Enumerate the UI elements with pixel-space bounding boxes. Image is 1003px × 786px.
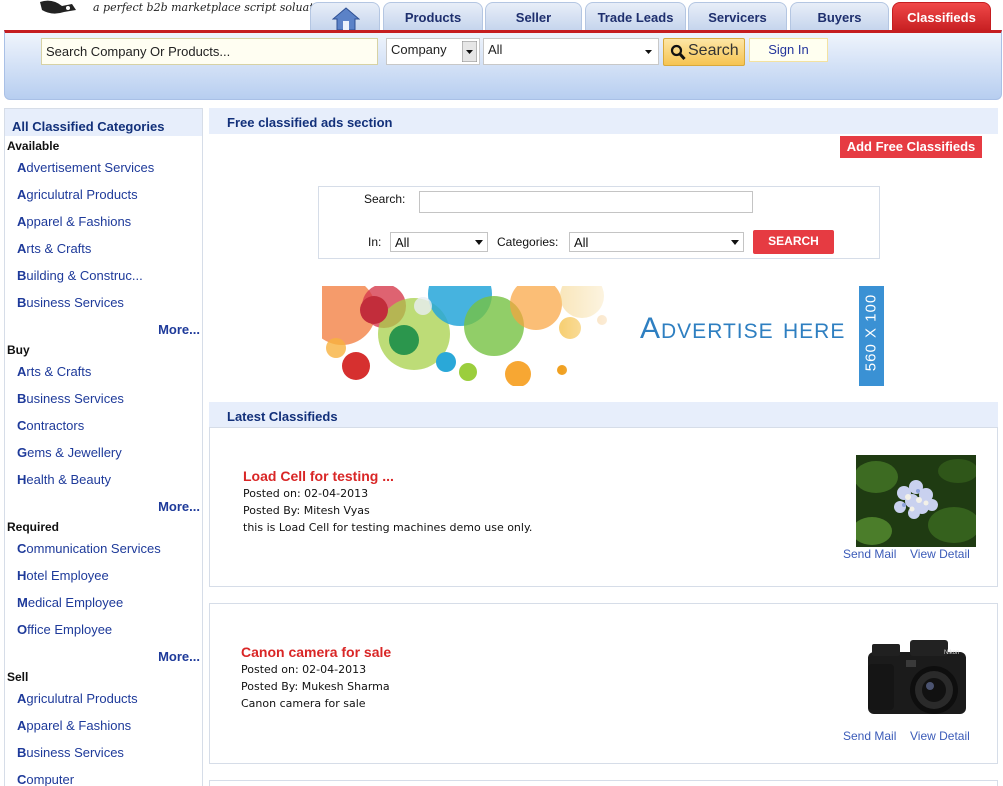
sidebar-item[interactable]: Arts & Crafts: [17, 241, 91, 256]
sidebar-item[interactable]: Business Services: [17, 391, 124, 406]
sign-in-link[interactable]: Sign In: [749, 38, 828, 62]
tab-products[interactable]: Products: [383, 2, 483, 32]
listing-posted-on: Posted on: 02-04-2013: [243, 487, 369, 500]
banner-size-text: 560 X 100: [862, 293, 880, 372]
sidebar-item[interactable]: Business Services: [17, 745, 124, 760]
sidebar-item[interactable]: Gems & Jewellery: [17, 445, 122, 460]
classified-search-button[interactable]: SEARCH: [753, 230, 834, 254]
tab-buyers[interactable]: Buyers: [790, 2, 889, 32]
advertise-banner[interactable]: Advertise here 560 X 100: [322, 286, 884, 386]
group-available: Available: [7, 139, 60, 153]
group-sell: Sell: [7, 670, 29, 684]
section-title: Free classified ads section: [209, 108, 998, 134]
sidebar-item[interactable]: Office Employee: [17, 622, 112, 637]
listing-item: Canon camera for sale Posted on: 02-04-2…: [209, 603, 998, 764]
sidebar-item[interactable]: Computer: [17, 772, 74, 786]
send-mail-link[interactable]: Send Mail: [843, 547, 896, 561]
listing-title[interactable]: Load Cell for testing ...: [243, 468, 394, 484]
home-icon: [332, 7, 360, 31]
classified-search-form: Search: In: All Categories: All SEARCH: [318, 186, 880, 259]
view-detail-link[interactable]: View Detail: [910, 729, 970, 743]
search-category-select[interactable]: All: [483, 38, 659, 65]
chevron-down-icon: [462, 41, 477, 62]
sidebar-item[interactable]: Building & Construc...: [17, 268, 143, 283]
in-label: In:: [368, 235, 382, 249]
in-select[interactable]: All: [390, 232, 488, 252]
listing-posted-on: Posted on: 02-04-2013: [241, 663, 367, 676]
more-link[interactable]: More...: [158, 649, 200, 664]
search-icon: [670, 44, 686, 61]
tab-home[interactable]: [310, 2, 380, 32]
sidebar-item[interactable]: Arts & Crafts: [17, 364, 91, 379]
sidebar-item[interactable]: Apparel & Fashions: [17, 718, 131, 733]
tab-trade-leads[interactable]: Trade Leads: [585, 2, 686, 32]
tagline: a perfect b2b marketplace script soluati…: [93, 1, 331, 14]
sidebar-item[interactable]: Advertisement Services: [17, 160, 154, 175]
search-label: Search:: [364, 192, 406, 206]
search-input[interactable]: Search Company Or Products...: [41, 38, 378, 65]
listing-posted-by: Posted By: Mitesh Vyas: [243, 504, 370, 517]
sidebar-item[interactable]: Health & Beauty: [17, 472, 111, 487]
search-type-select[interactable]: Company: [386, 38, 480, 65]
search-bar: Search Company Or Products... Company Al…: [4, 30, 1002, 100]
more-link[interactable]: More...: [158, 499, 200, 514]
flower-photo[interactable]: [856, 455, 976, 547]
listing-item: [209, 780, 998, 786]
sidebar-item[interactable]: Medical Employee: [17, 595, 123, 610]
search-button[interactable]: Search: [663, 38, 745, 66]
listing-description: this is Load Cell for testing machines d…: [243, 521, 533, 534]
view-detail-link[interactable]: View Detail: [910, 547, 970, 561]
group-required: Required: [7, 520, 60, 534]
categories-label: Categories:: [497, 235, 559, 249]
sidebar-item[interactable]: Communication Services: [17, 541, 161, 556]
sidebar-item[interactable]: Hotel Employee: [17, 568, 109, 583]
latest-classifieds-title: Latest Classifieds: [209, 402, 998, 428]
more-link[interactable]: More...: [158, 322, 200, 337]
tab-servicers[interactable]: Servicers: [688, 2, 787, 32]
search-type-value: Company: [391, 42, 447, 57]
sidebar-item[interactable]: Contractors: [17, 418, 84, 433]
category-sidebar: All Classified Categories Available Adve…: [4, 108, 203, 786]
group-buy: Buy: [7, 343, 30, 357]
chevron-down-icon: [645, 50, 652, 54]
camera-photo[interactable]: Nikon: [862, 634, 970, 724]
sidebar-item[interactable]: Agriculutral Products: [17, 187, 138, 202]
classified-search-input[interactable]: [419, 191, 753, 213]
listing-posted-by: Posted By: Mukesh Sharma: [241, 680, 390, 693]
sidebar-item[interactable]: Apparel & Fashions: [17, 214, 131, 229]
bubbles-graphic: [322, 286, 642, 386]
svg-text:Nikon: Nikon: [944, 650, 959, 656]
listing-item: Load Cell for testing ... Posted on: 02-…: [209, 427, 998, 587]
chevron-down-icon: [475, 240, 483, 245]
search-category-value: All: [488, 42, 503, 57]
tab-seller[interactable]: Seller: [485, 2, 582, 32]
logo-mark-icon: [40, 0, 76, 14]
tab-classifieds[interactable]: Classifieds: [892, 2, 991, 32]
add-free-classifieds-button[interactable]: Add Free Classifieds: [840, 136, 982, 158]
categories-select[interactable]: All: [569, 232, 744, 252]
sidebar-title: All Classified Categories: [5, 109, 202, 136]
banner-text: Advertise here: [640, 312, 846, 345]
main-content: Free classified ads section Add Free Cla…: [209, 108, 998, 786]
chevron-down-icon: [731, 240, 739, 245]
sidebar-item[interactable]: Agriculutral Products: [17, 691, 138, 706]
logo[interactable]: a perfect b2b marketplace script soluati…: [38, 0, 331, 20]
banner-size-tag: 560 X 100: [859, 286, 884, 386]
listing-title[interactable]: Canon camera for sale: [241, 644, 391, 660]
listing-description: Canon camera for sale: [241, 697, 366, 710]
sidebar-item[interactable]: Business Services: [17, 295, 124, 310]
send-mail-link[interactable]: Send Mail: [843, 729, 896, 743]
